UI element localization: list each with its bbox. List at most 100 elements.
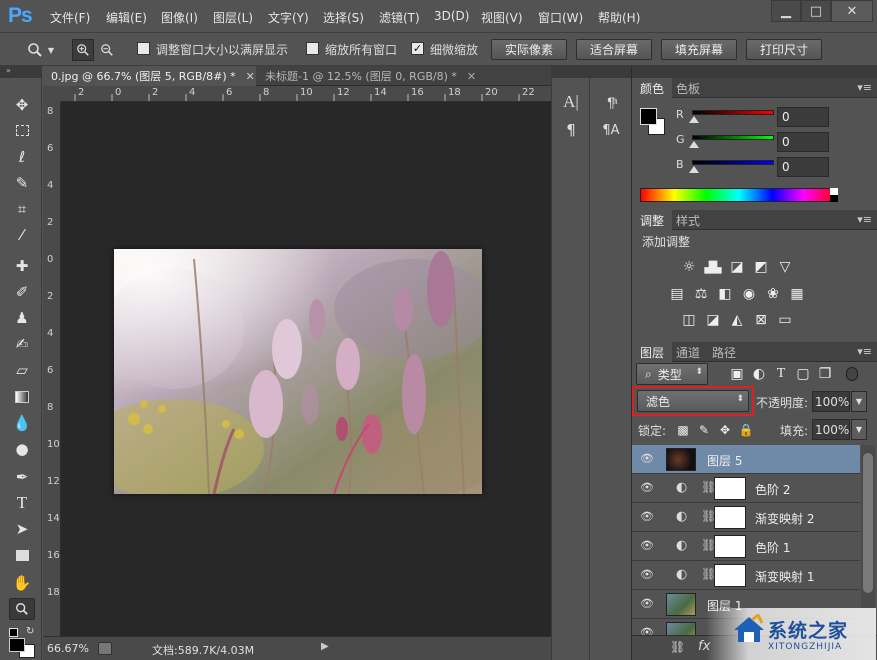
invert-icon[interactable]: ◫ bbox=[680, 311, 698, 329]
filter-smart-object-icon[interactable]: ❐ bbox=[816, 365, 834, 383]
pen-tool-icon[interactable]: ✒ bbox=[9, 466, 35, 488]
opacity-slider-arrow[interactable]: ▼ bbox=[851, 391, 867, 412]
swap-colors-icon[interactable]: ↻ bbox=[26, 626, 34, 637]
gradient-tool-icon[interactable] bbox=[9, 386, 35, 408]
tab-color[interactable]: 颜色 bbox=[632, 78, 673, 98]
layer-row[interactable]: 👁 ◐ ⛓ 渐变映射 1 bbox=[632, 561, 860, 590]
horizontal-ruler[interactable]: 2 0 2 4 6 8 10 12 14 16 18 20 22 bbox=[61, 86, 551, 102]
close-window-button[interactable]: ✕ bbox=[831, 0, 873, 22]
levels-icon[interactable]: ▟▙ bbox=[704, 258, 722, 276]
color-balance-icon[interactable]: ⚖ bbox=[692, 285, 710, 303]
document-image[interactable] bbox=[114, 249, 482, 494]
layer-mask-thumbnail[interactable] bbox=[714, 506, 746, 529]
tab-channels[interactable]: 通道 bbox=[668, 342, 708, 362]
character-panel-icon[interactable]: A| bbox=[557, 90, 585, 114]
menu-file[interactable]: 文件(F) bbox=[50, 9, 90, 26]
zoom-in-icon[interactable] bbox=[72, 39, 94, 61]
fit-screen-button[interactable]: 适合屏幕 bbox=[576, 39, 652, 60]
menu-layer[interactable]: 图层(L) bbox=[213, 9, 253, 26]
layers-scrollbar[interactable] bbox=[861, 445, 875, 635]
layer-name[interactable]: 图层 5 bbox=[707, 452, 742, 469]
zoom-tool-preset-icon[interactable] bbox=[24, 39, 46, 61]
red-slider-thumb[interactable] bbox=[689, 116, 699, 123]
close-tab-icon[interactable]: ✕ bbox=[467, 70, 476, 83]
color-lookup-icon[interactable]: ▦ bbox=[788, 285, 806, 303]
menu-3d[interactable]: 3D(D) bbox=[434, 9, 469, 23]
maximize-button[interactable]: □ bbox=[801, 0, 831, 22]
actual-pixels-button[interactable]: 实际像素 bbox=[491, 39, 567, 60]
tab-styles[interactable]: 样式 bbox=[668, 210, 708, 230]
blue-slider-thumb[interactable] bbox=[689, 166, 699, 173]
layers-scrollbar-thumb[interactable] bbox=[863, 453, 873, 593]
tab-layers[interactable]: 图层 bbox=[632, 342, 673, 362]
lock-all-icon[interactable]: 🔒 bbox=[737, 421, 755, 439]
channel-mixer-icon[interactable]: ❀ bbox=[764, 285, 782, 303]
menu-select[interactable]: 选择(S) bbox=[323, 9, 364, 26]
gradient-map-icon[interactable]: ▭ bbox=[776, 311, 794, 329]
strip-collapse-icon[interactable] bbox=[552, 66, 589, 78]
preset-dropdown-icon[interactable]: ▼ bbox=[45, 39, 57, 61]
layer-row[interactable]: 👁 ◐ ⛓ 色阶 2 bbox=[632, 474, 860, 503]
panel-menu-icon[interactable]: ▾≡ bbox=[857, 345, 872, 358]
ruler-origin[interactable] bbox=[43, 86, 61, 102]
rectangle-tool-icon[interactable] bbox=[9, 544, 35, 566]
layer-name[interactable]: 渐变映射 1 bbox=[755, 568, 814, 585]
layer-mask-thumbnail[interactable] bbox=[714, 564, 746, 587]
zoom-out-icon[interactable] bbox=[96, 39, 118, 61]
exposure-icon[interactable]: ◩ bbox=[752, 258, 770, 276]
threshold-icon[interactable]: ◭ bbox=[728, 311, 746, 329]
layer-name[interactable]: 色阶 2 bbox=[755, 481, 790, 498]
vibrance-icon[interactable]: ▽ bbox=[776, 258, 794, 276]
crop-tool-icon[interactable]: ⌗ bbox=[9, 198, 35, 220]
layer-filter-dropdown[interactable]: ⌕ 类型 ⬍ bbox=[636, 363, 708, 385]
link-layers-icon[interactable]: ⛓ bbox=[670, 640, 685, 654]
visibility-eye-icon[interactable]: 👁 bbox=[639, 539, 655, 553]
eraser-tool-icon[interactable]: ▱ bbox=[9, 359, 35, 381]
visibility-eye-icon[interactable]: 👁 bbox=[639, 510, 655, 524]
brightness-contrast-icon[interactable]: ☼ bbox=[680, 258, 698, 276]
opacity-field[interactable]: 100% bbox=[812, 391, 850, 412]
curves-icon[interactable]: ◪ bbox=[728, 258, 746, 276]
spectrum-white-swatch[interactable] bbox=[830, 188, 838, 195]
fill-slider-arrow[interactable]: ▼ bbox=[851, 419, 867, 440]
panel-menu-icon[interactable]: ▾≡ bbox=[857, 213, 872, 226]
red-slider[interactable] bbox=[692, 110, 774, 115]
eyedropper-tool-icon[interactable]: ⁄ bbox=[9, 224, 35, 246]
menu-type[interactable]: 文字(Y) bbox=[268, 9, 309, 26]
default-colors-icon[interactable] bbox=[9, 628, 18, 637]
green-value-field[interactable]: 0 bbox=[777, 132, 829, 152]
blue-slider[interactable] bbox=[692, 160, 774, 165]
foreground-color-swatch[interactable] bbox=[9, 638, 25, 652]
green-slider[interactable] bbox=[692, 135, 774, 140]
posterize-icon[interactable]: ◪ bbox=[704, 311, 722, 329]
filter-shape-icon[interactable]: ▢ bbox=[794, 365, 812, 383]
lock-pixels-icon[interactable]: ✎ bbox=[695, 421, 713, 439]
tools-collapse-icon[interactable]: » bbox=[0, 66, 42, 78]
visibility-eye-icon[interactable]: 👁 bbox=[639, 452, 655, 466]
blur-tool-icon[interactable]: 💧 bbox=[9, 412, 35, 434]
menu-edit[interactable]: 编辑(E) bbox=[106, 9, 147, 26]
layer-row[interactable]: 👁 ◐ ⛓ 渐变映射 2 bbox=[632, 503, 860, 532]
foreground-color-box[interactable] bbox=[640, 108, 657, 125]
history-brush-tool-icon[interactable]: ✍ bbox=[9, 333, 35, 355]
fill-field[interactable]: 100% bbox=[812, 419, 850, 440]
layer-mask-thumbnail[interactable] bbox=[714, 477, 746, 500]
lock-transparency-icon[interactable]: ▩ bbox=[674, 421, 692, 439]
close-tab-icon[interactable]: ✕ bbox=[246, 70, 255, 83]
visibility-eye-icon[interactable]: 👁 bbox=[639, 626, 655, 635]
visibility-eye-icon[interactable]: 👁 bbox=[639, 481, 655, 495]
tab-adjustments[interactable]: 调整 bbox=[632, 210, 673, 230]
filter-type-icon[interactable]: T bbox=[772, 365, 790, 383]
strip-collapse-icon[interactable] bbox=[590, 66, 631, 78]
filter-toggle[interactable] bbox=[846, 367, 858, 381]
menu-filter[interactable]: 滤镜(T) bbox=[379, 9, 420, 26]
menu-help[interactable]: 帮助(H) bbox=[598, 9, 640, 26]
green-slider-thumb[interactable] bbox=[689, 141, 699, 148]
menu-window[interactable]: 窗口(W) bbox=[538, 9, 583, 26]
paragraph-styles-icon[interactable]: ¶A bbox=[597, 118, 625, 142]
filter-pixel-icon[interactable]: ▣ bbox=[728, 365, 746, 383]
dodge-tool-icon[interactable]: ● bbox=[9, 438, 35, 460]
blend-mode-dropdown[interactable]: 滤色 ⬍ bbox=[637, 390, 749, 412]
vertical-ruler[interactable]: 8 6 4 2 0 2 4 6 8 10 12 14 16 18 bbox=[43, 102, 61, 636]
filter-adjustment-icon[interactable]: ◐ bbox=[750, 365, 768, 383]
